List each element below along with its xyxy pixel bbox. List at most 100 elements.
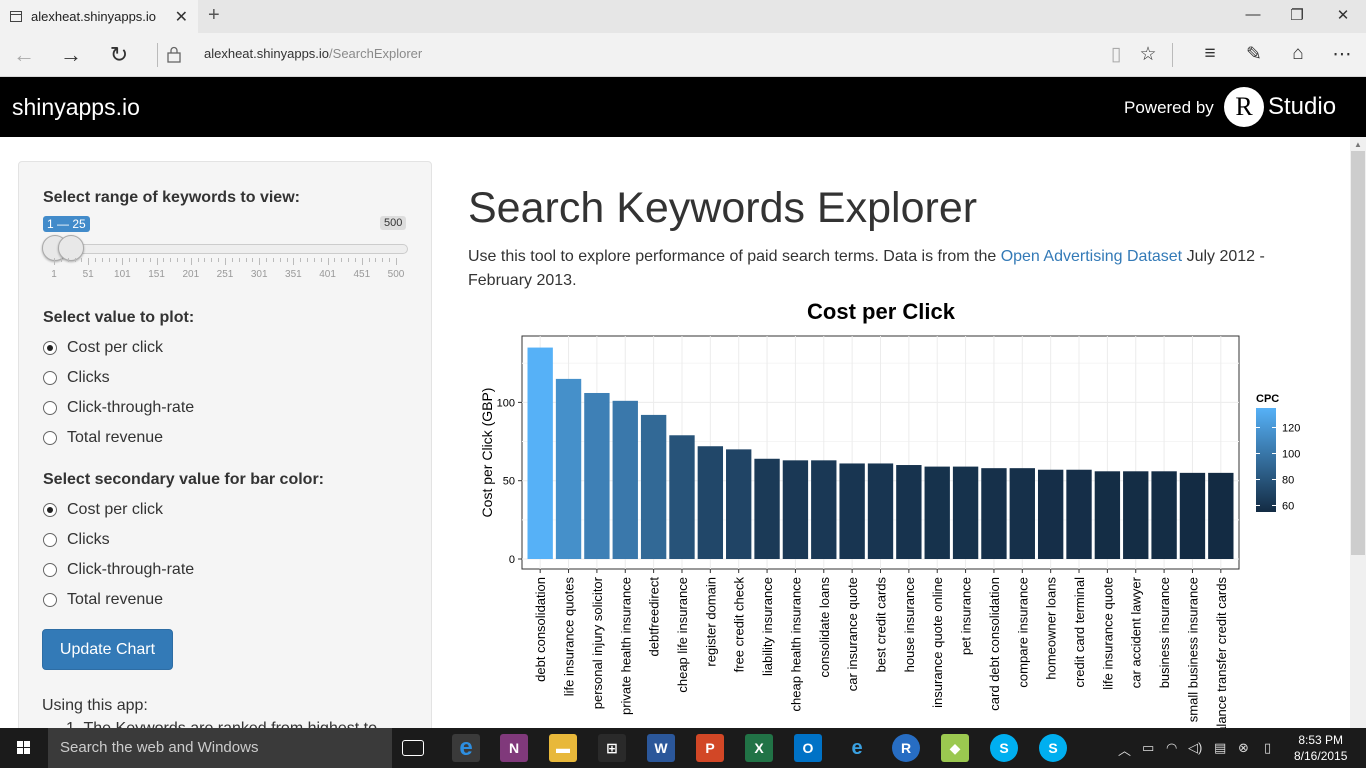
back-icon[interactable]: ← [9,42,39,68]
r-icon[interactable]: R [892,734,920,762]
battery-icon[interactable]: ▭ [1142,740,1154,756]
slider-tick [74,258,76,262]
favorite-star-icon[interactable]: ☆ [1134,43,1162,66]
color-radio-ctr[interactable]: Click-through-rate [43,560,194,580]
excel-icon[interactable]: X [745,734,773,762]
reading-view-icon[interactable]: ▯ [1102,43,1130,66]
x-tick-label: credit card terminal [1072,577,1087,688]
radio-selected-icon[interactable] [43,341,57,355]
radio-icon[interactable] [43,431,57,445]
slider-tick [81,258,83,262]
share-icon[interactable]: ⌂ [1284,43,1312,65]
taskbar-search[interactable]: Search the web and Windows [48,728,392,768]
wifi-icon[interactable]: ◠ [1166,740,1177,756]
x-tick-label: homeowner loans [1044,577,1059,680]
windows-start-icon[interactable] [0,728,48,768]
slider-tick-label: 500 [387,269,405,280]
slider-tick [341,258,343,262]
close-tab-icon[interactable]: ✕ [175,7,188,27]
x-tick-label: insurance quote online [930,577,945,708]
task-view-icon[interactable] [402,740,424,756]
slider-tick [361,258,363,265]
radio-icon[interactable] [43,563,57,577]
file-explorer-icon[interactable]: ▬ [549,734,577,762]
slider-tick [279,258,281,262]
slider-tick [156,258,158,265]
x-tick-label: pet insurance [959,577,974,655]
skype-business-icon[interactable]: S [1039,734,1067,762]
keyboard-icon[interactable]: ▯ [1264,740,1271,756]
scroll-up-icon[interactable]: ▲ [1354,140,1362,149]
range-label: Select range of keywords to view: [43,189,300,206]
slider-tick [300,258,302,262]
outlook-icon[interactable]: O [794,734,822,762]
value-radio-cpc[interactable]: Cost per click [43,338,163,358]
radio-icon[interactable] [43,371,57,385]
slider-tick-label: 101 [114,269,131,280]
scrollbar-thumb[interactable] [1351,151,1365,555]
bar [697,446,724,559]
brand-title[interactable]: shinyapps.io [12,94,140,121]
powerpoint-icon[interactable]: P [696,734,724,762]
radio-icon[interactable] [43,593,57,607]
color-radio-clicks[interactable]: Clicks [43,530,110,550]
close-window-icon[interactable]: ✕ [1320,6,1366,24]
slider-tick-label: 151 [148,269,165,280]
store-icon[interactable]: ⊞ [598,734,626,762]
forward-icon[interactable]: → [56,42,86,68]
slider-tick [272,258,274,262]
url-field[interactable]: alexheat.shinyapps.io/SearchExplorer [204,46,422,61]
refresh-icon[interactable]: ↻ [104,42,134,68]
x-tick-label: liability insurance [760,577,775,676]
legend-title: CPC [1256,393,1279,405]
more-icon[interactable]: ⋯ [1328,43,1356,66]
volume-icon[interactable]: ◁) [1188,740,1202,756]
restore-icon[interactable]: ❐ [1274,6,1320,24]
onenote-icon[interactable]: N [500,734,528,762]
slider-tick [382,258,384,262]
internet-explorer-icon[interactable]: e [843,734,871,762]
maps-icon[interactable]: ◆ [941,734,969,762]
radio-icon[interactable] [43,401,57,415]
color-radio-cpc[interactable]: Cost per click [43,500,163,520]
slider-tick [245,258,247,262]
notification-icon[interactable]: ⊗ [1238,740,1249,756]
bar [1094,471,1121,559]
value-radio-clicks[interactable]: Clicks [43,368,110,388]
radio-selected-icon[interactable] [43,503,57,517]
dataset-link[interactable]: Open Advertising Dataset [1001,248,1182,265]
windows-taskbar: Search the web and Windows e N ▬ ⊞ W P X… [0,728,1366,768]
taskbar-clock[interactable]: 8:53 PM 8/16/2015 [1294,732,1347,764]
bar [1066,469,1092,559]
legend-tick-label: 120 [1282,423,1300,435]
new-tab-icon[interactable]: + [208,4,220,27]
color-radio-revenue[interactable]: Total revenue [43,590,163,610]
slider-tick [136,258,138,262]
edge-icon[interactable]: e [452,734,480,762]
slider-tick-label: 1 [51,269,57,280]
action-center-icon[interactable]: ▤ [1214,740,1226,756]
page-scrollbar[interactable]: ▲ [1350,137,1366,728]
slider-tick [238,258,240,262]
minimize-icon[interactable]: — [1230,6,1276,23]
slider-tick [225,258,226,265]
update-chart-button[interactable]: Update Chart [42,629,173,670]
value-radio-revenue[interactable]: Total revenue [43,428,163,448]
range-slider-track[interactable] [43,244,408,254]
bar [669,435,695,559]
browser-tab[interactable]: alexheat.shinyapps.io ✕ [0,0,198,33]
value-radio-ctr[interactable]: Click-through-rate [43,398,194,418]
range-slider-tick-labels: 1 51 101 151 201 251 301 351 401 451 500 [43,269,408,283]
show-hidden-icons-icon[interactable]: ︿ [1118,740,1131,759]
x-tick-label: debtfreedirect [647,577,662,657]
skype-icon[interactable]: S [990,734,1018,762]
web-note-icon[interactable]: ✎ [1240,43,1268,66]
slider-tick [197,258,199,262]
legend-colorbar [1256,408,1276,512]
x-tick-label: house insurance [902,577,917,672]
slider-tick [259,258,261,265]
radio-icon[interactable] [43,533,57,547]
hub-icon[interactable]: ≡ [1196,43,1224,65]
slider-tick-label: 51 [82,269,94,280]
word-icon[interactable]: W [647,734,675,762]
